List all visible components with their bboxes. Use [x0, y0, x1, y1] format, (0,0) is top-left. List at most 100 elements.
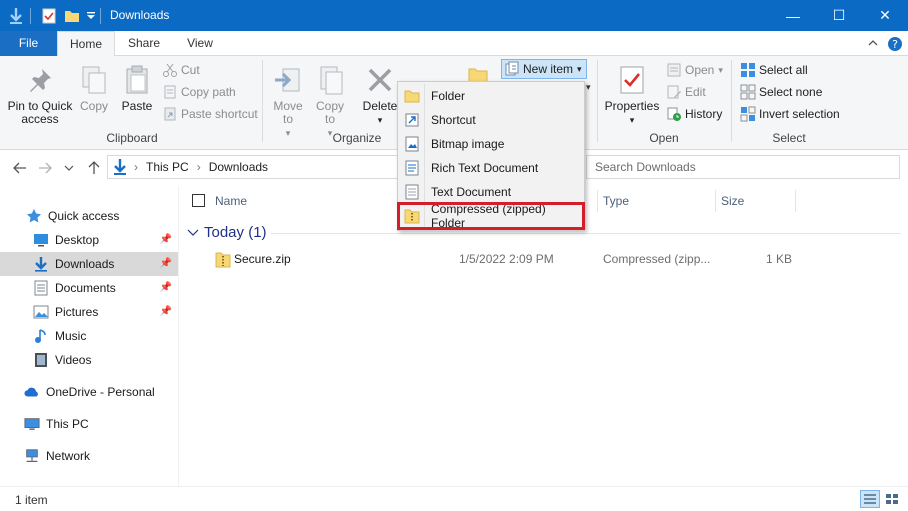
menu-item-folder[interactable]: Folder	[399, 84, 583, 108]
menu-item-label: Compressed (zipped) Folder	[431, 202, 546, 230]
menu-item-rich-text[interactable]: Rich Text Document	[399, 156, 583, 180]
edit-button[interactable]: Edit	[666, 82, 706, 102]
open-button[interactable]: Open ▾	[666, 60, 723, 80]
delete-x-icon	[364, 64, 396, 96]
tab-home[interactable]: Home	[57, 31, 115, 57]
pin-label: Pin to Quick access	[7, 99, 73, 126]
customize-qa-dropdown-icon[interactable]	[86, 6, 96, 26]
nav-item-videos[interactable]: Videos	[0, 348, 178, 372]
search-input[interactable]	[586, 155, 900, 179]
forward-arrow-icon[interactable]	[36, 159, 54, 177]
menu-item-label: Shortcut	[431, 113, 476, 127]
new-item-button[interactable]: New item ▾	[501, 59, 587, 79]
breadcrumb-downloads[interactable]: Downloads	[209, 160, 268, 174]
pin-to-quick-access-button[interactable]: Pin to Quick access	[4, 60, 76, 126]
quick-access-down-arrow-icon[interactable]	[8, 6, 24, 26]
tab-share[interactable]: Share	[118, 31, 170, 56]
paste-button[interactable]: Paste	[118, 60, 156, 113]
zip-file-icon	[215, 250, 231, 271]
copy-to-button[interactable]: Copy to ▾	[312, 60, 348, 140]
select-none-label: Select none	[759, 85, 823, 99]
cloud-icon	[24, 384, 40, 400]
menu-item-label: Folder	[431, 89, 466, 103]
history-button[interactable]: History	[666, 104, 722, 124]
tab-view[interactable]: View	[174, 31, 226, 56]
nav-item-desktop[interactable]: Desktop 📌	[0, 228, 178, 252]
new-item-menu: Folder Shortcut Bitmap image Rich Text D…	[397, 81, 585, 231]
select-all-button[interactable]: Select all	[740, 60, 808, 80]
properties-qa-icon[interactable]	[42, 6, 56, 26]
copy-path-button[interactable]: Copy path	[162, 82, 236, 102]
menu-item-shortcut[interactable]: Shortcut	[399, 108, 583, 132]
nav-item-documents[interactable]: Documents 📌	[0, 276, 178, 300]
copy-path-icon	[162, 84, 178, 100]
nav-label: Desktop	[55, 233, 100, 247]
move-to-button[interactable]: Move to ▾	[270, 60, 306, 140]
file-size: 1 KB	[766, 252, 793, 266]
nav-item-network[interactable]: Network	[0, 444, 178, 468]
shortcut-icon	[404, 112, 420, 128]
desktop-icon	[33, 232, 49, 248]
scissors-icon	[162, 62, 178, 78]
nav-item-downloads[interactable]: Downloads 📌	[0, 252, 178, 276]
column-header-size[interactable]: Size	[715, 186, 795, 216]
open-group-label: Open	[649, 131, 679, 145]
breadcrumb-separator-icon: ›	[196, 160, 201, 174]
group-label: Today (1)	[204, 224, 267, 241]
column-header-type[interactable]: Type	[597, 186, 715, 216]
menu-item-label: Text Document	[431, 185, 512, 199]
up-arrow-icon[interactable]	[85, 159, 103, 177]
zip-folder-icon	[404, 208, 420, 224]
file-type: Compressed (zipp...	[603, 252, 711, 266]
expand-ribbon-chevron-icon[interactable]	[866, 36, 880, 50]
cut-button[interactable]: Cut	[162, 60, 200, 80]
select-all-icon	[740, 62, 756, 78]
menu-item-text-document[interactable]: Text Document	[399, 180, 583, 204]
close-button[interactable]: ✕	[862, 0, 908, 31]
nav-item-this-pc[interactable]: This PC	[0, 412, 178, 436]
easy-access-dropdown-arrow-icon[interactable]: ▾	[586, 82, 591, 93]
pin-icon: 📌	[159, 258, 172, 269]
minimize-button[interactable]: —	[770, 0, 816, 31]
properties-dropdown-arrow-icon: ▾	[629, 115, 635, 125]
menu-item-compressed-folder[interactable]: Compressed (zipped) Folder	[397, 202, 585, 230]
open-label: Open	[685, 63, 715, 77]
nav-item-music[interactable]: Music	[0, 324, 178, 348]
new-folder-qa-icon[interactable]	[64, 6, 80, 26]
properties-button[interactable]: Properties ▾	[604, 60, 660, 127]
nav-item-quick-access[interactable]: Quick access	[0, 204, 178, 228]
select-all-checkbox[interactable]	[192, 194, 205, 207]
nav-item-onedrive[interactable]: OneDrive - Personal	[0, 380, 178, 404]
recent-locations-chevron-icon[interactable]	[60, 159, 78, 177]
large-icons-view-icon[interactable]	[882, 490, 902, 508]
maximize-button[interactable]: ☐	[816, 0, 862, 31]
organize-group-label: Organize	[332, 131, 382, 145]
copy-to-icon	[314, 64, 346, 96]
copy-button[interactable]: Copy	[76, 60, 112, 113]
table-row[interactable]: Secure.zip 1/5/2022 2:09 PM Compressed (…	[181, 248, 908, 270]
nav-label: Videos	[55, 353, 92, 367]
select-none-button[interactable]: Select none	[740, 82, 822, 102]
menu-item-bitmap[interactable]: Bitmap image	[399, 132, 583, 156]
paste-shortcut-button[interactable]: Paste shortcut	[162, 104, 258, 124]
invert-selection-button[interactable]: Invert selection	[740, 104, 840, 124]
back-arrow-icon[interactable]	[11, 159, 29, 177]
toolbar-divider	[30, 6, 31, 26]
group-header-today[interactable]: Today (1)	[187, 224, 267, 241]
network-icon	[24, 448, 40, 464]
star-icon	[26, 208, 42, 224]
nav-item-pictures[interactable]: Pictures 📌	[0, 300, 178, 324]
help-icon[interactable]: ?	[887, 36, 903, 52]
paste-shortcut-icon	[162, 106, 178, 122]
tab-file[interactable]: File	[0, 31, 57, 56]
pictures-icon	[33, 304, 49, 320]
column-separator[interactable]	[795, 190, 796, 212]
ribbon-tabs: File Home Share View ?	[0, 31, 908, 57]
file-name: Secure.zip	[234, 252, 291, 266]
details-view-icon[interactable]	[860, 490, 880, 508]
breadcrumb-this-pc[interactable]: This PC	[146, 160, 189, 174]
delete-button[interactable]: Delete ▾	[360, 60, 400, 127]
pane-divider[interactable]	[178, 186, 179, 486]
select-all-label: Select all	[759, 63, 808, 77]
pin-icon: 📌	[159, 234, 172, 245]
